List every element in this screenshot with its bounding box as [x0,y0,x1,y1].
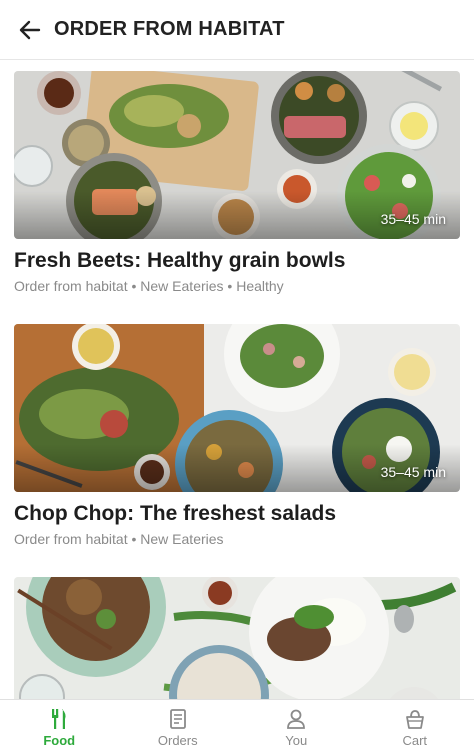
restaurant-card[interactable]: 35–45 min Fresh Beets: Healthy grain bow… [14,71,460,294]
nav-label: You [285,733,308,748]
restaurant-image: 35–45 min [14,324,460,492]
nav-item-orders[interactable]: Orders [119,700,238,756]
restaurant-image: 35–45 min [14,71,460,239]
restaurant-card[interactable] [14,577,460,699]
nav-item-food[interactable]: Food [0,700,119,756]
receipt-icon [169,709,186,729]
restaurant-name: Chop Chop: The freshest salads [14,502,337,525]
person-icon [287,709,306,729]
delivery-time: 35–45 min [380,464,446,480]
utensils-icon [52,709,66,729]
nav-label: Orders [157,733,198,748]
nav-item-you[interactable]: You [237,700,356,756]
restaurant-tags: Order from habitat • New Eateries [14,531,224,547]
back-button[interactable] [0,0,60,60]
app-bar: ORDER FROM HABITAT [0,0,474,60]
basket-icon [405,710,424,729]
restaurant-image [14,577,460,699]
nav-item-cart[interactable]: Cart [356,700,474,756]
restaurant-name: Fresh Beets: Healthy grain bowls [14,249,346,272]
delivery-time: 35–45 min [380,211,446,227]
nav-label: Food [43,733,76,748]
restaurant-card[interactable]: 35–45 min Chop Chop: The freshest salads… [14,324,460,547]
page-title: ORDER FROM HABITAT [54,18,285,40]
arrow-left-icon [19,20,41,39]
nav-label: Cart [402,733,428,748]
restaurant-list[interactable]: 35–45 min Fresh Beets: Healthy grain bow… [0,61,474,699]
bottom-nav: Food Orders You Cart [0,699,474,756]
restaurant-tags: Order from habitat • New Eateries • Heal… [14,278,284,294]
